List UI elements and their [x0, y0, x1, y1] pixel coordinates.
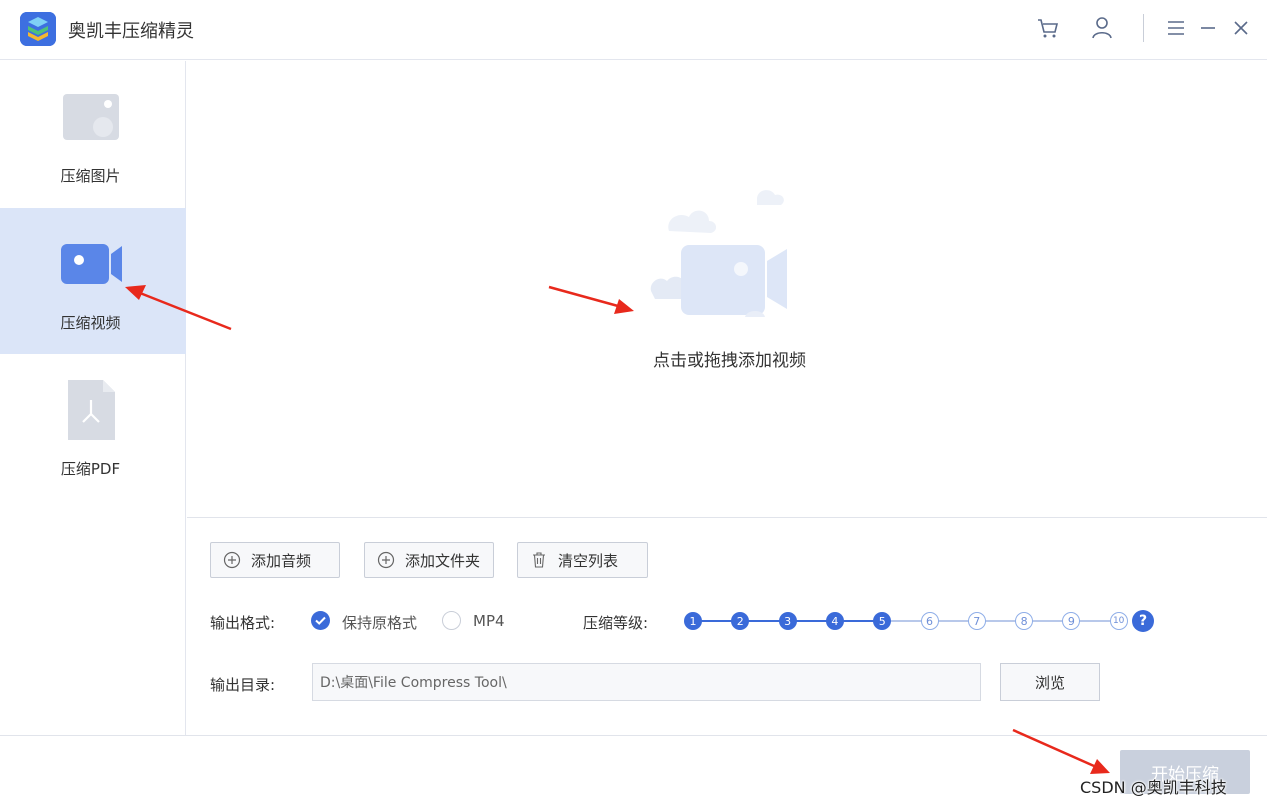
app-title: 奥凯丰压缩精灵 [68, 21, 194, 42]
video-illustration-icon [647, 179, 807, 321]
output-dir-label: 输出目录: [210, 676, 276, 694]
level-dot-9[interactable]: 9 [1062, 612, 1081, 630]
video-drop-zone[interactable]: 点击或拖拽添加视频 [187, 61, 1267, 517]
check-icon [315, 616, 326, 625]
output-dir-input[interactable] [312, 663, 981, 701]
sidebar: 压缩图片 压缩视频 压缩PDF [0, 61, 186, 735]
clear-list-label: 清空列表 [558, 551, 619, 570]
help-icon[interactable]: ? [1132, 610, 1154, 632]
trash-icon [533, 552, 545, 568]
keep-format-radio[interactable] [311, 611, 330, 630]
sidebar-item-compress-image[interactable]: 压缩图片 [0, 61, 186, 207]
mp4-label: MP4 [473, 612, 505, 630]
sidebar-item-label: 压缩视频 [60, 314, 121, 332]
sidebar-item-compress-video[interactable]: 压缩视频 [0, 208, 186, 354]
sidebar-item-label: 压缩图片 [60, 167, 121, 185]
level-dot-2[interactable]: 2 [731, 612, 750, 630]
image-icon [55, 85, 127, 149]
title-bar: 奥凯丰压缩精灵 [0, 0, 1267, 60]
output-format-label: 输出格式: [210, 614, 276, 632]
level-connector [700, 620, 734, 622]
titlebar-divider [1143, 14, 1144, 42]
add-audio-button[interactable]: 添加音频 [210, 542, 340, 578]
clear-list-button[interactable]: 清空列表 [517, 542, 648, 578]
level-dot-7[interactable]: 7 [967, 612, 986, 630]
level-connector [1078, 620, 1112, 622]
csdn-watermark: CSDN @奥凯丰科技 [1080, 778, 1227, 797]
level-connector [983, 620, 1018, 622]
sidebar-item-compress-pdf[interactable]: 压缩PDF [0, 354, 186, 500]
menu-icon[interactable] [1160, 12, 1192, 44]
mp4-radio[interactable] [442, 611, 461, 630]
level-dot-5[interactable]: 5 [873, 612, 892, 630]
browse-button[interactable]: 浏览 [1000, 663, 1100, 701]
level-connector [794, 620, 828, 622]
add-circle-icon [223, 551, 241, 569]
settings-panel: 添加音频 添加文件夹 清空列表 输出格式: 保持原格式 MP4 压缩等级: 1 2… [187, 517, 1267, 735]
sidebar-item-label: 压缩PDF [60, 460, 121, 478]
level-dot-3[interactable]: 3 [778, 612, 797, 630]
level-connector [936, 620, 970, 622]
level-dot-4[interactable]: 4 [825, 612, 844, 630]
add-audio-label: 添加音频 [251, 551, 312, 570]
level-dot-1[interactable]: 1 [684, 612, 702, 630]
user-icon[interactable] [1086, 12, 1118, 44]
add-circle-icon [377, 551, 395, 569]
app-logo-icon [20, 12, 56, 46]
footer-bar: 开始压缩 CSDN @奥凯丰科技 [0, 735, 1267, 803]
level-connector [747, 620, 781, 622]
level-connector [1031, 620, 1065, 622]
video-icon [55, 232, 127, 296]
level-dot-8[interactable]: 8 [1015, 612, 1034, 630]
compression-level-label: 压缩等级: [583, 614, 649, 632]
pdf-icon [55, 378, 127, 442]
drop-prompt: 点击或拖拽添加视频 [653, 351, 806, 371]
level-connector [841, 620, 876, 622]
compression-level-slider[interactable]: 1 2 3 4 5 6 7 8 9 10 [684, 610, 1154, 632]
add-folder-button[interactable]: 添加文件夹 [364, 542, 494, 578]
close-icon[interactable] [1225, 12, 1257, 44]
keep-format-label: 保持原格式 [342, 614, 418, 632]
cart-icon[interactable] [1032, 12, 1064, 44]
add-folder-label: 添加文件夹 [405, 551, 481, 570]
level-dot-10[interactable]: 10 [1109, 612, 1128, 630]
level-dot-6[interactable]: 6 [920, 612, 939, 630]
level-connector [889, 620, 923, 622]
minimize-icon[interactable] [1192, 12, 1224, 44]
